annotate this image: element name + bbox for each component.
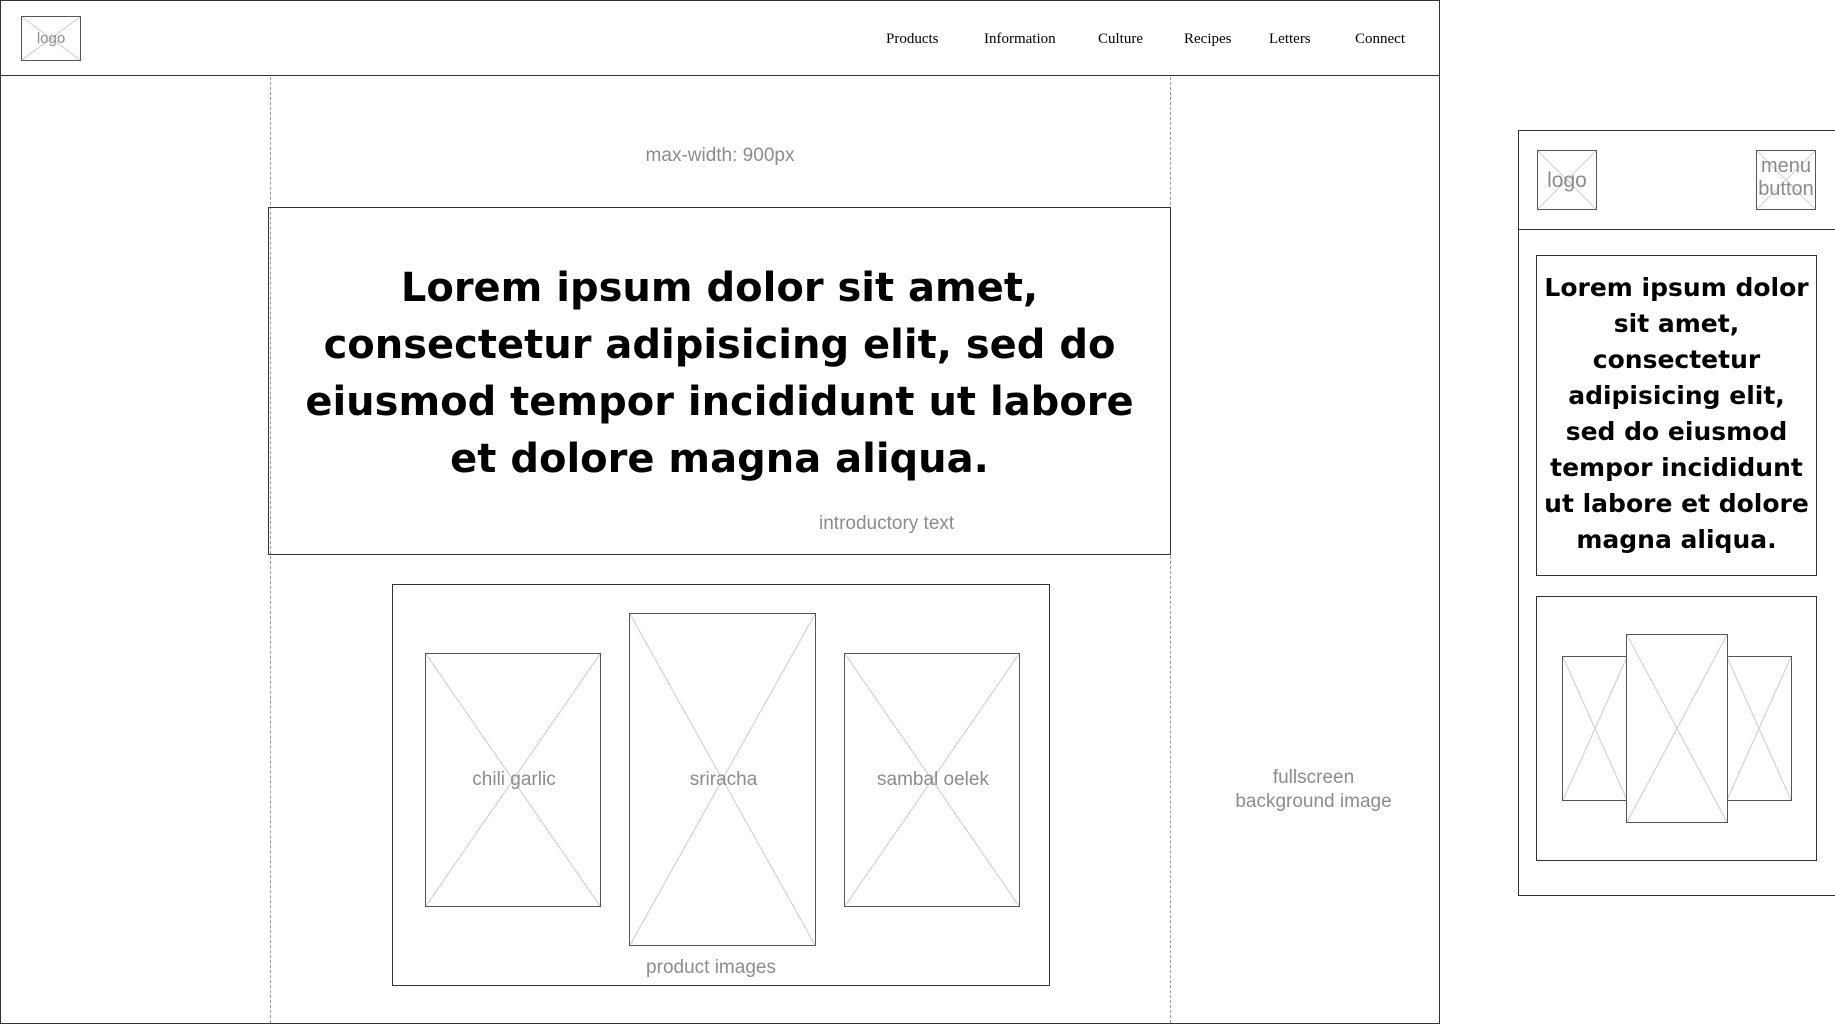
- mobile-wireframe: logo menu button Lorem ipsum dolor sit a…: [1518, 130, 1835, 896]
- intro-note: introductory text: [819, 513, 955, 534]
- nav-item-products[interactable]: Products: [886, 31, 939, 48]
- product-label-chili-garlic: chili garlic: [472, 769, 556, 790]
- desktop-logo-placeholder[interactable]: logo: [21, 16, 81, 61]
- product-card-sambal-oelek[interactable]: sambal oelek: [844, 653, 1020, 907]
- mobile-product-card-right[interactable]: [1726, 656, 1792, 801]
- desktop-wireframe: logo Products Information Culture Recipe…: [0, 0, 1440, 1024]
- background-note-line2: background image: [1235, 791, 1392, 812]
- placeholder-cross-icon: [1627, 635, 1727, 822]
- product-images-note: product images: [646, 957, 776, 978]
- mobile-header: logo menu button: [1519, 131, 1835, 230]
- mobile-product-card-left[interactable]: [1562, 656, 1628, 801]
- mobile-menu-button-label: menu button: [1757, 155, 1815, 201]
- intro-text-box: Lorem ipsum dolor sit amet, consectetur …: [268, 207, 1171, 555]
- menu-button-line2: button: [1758, 178, 1814, 200]
- mobile-menu-button[interactable]: menu button: [1756, 150, 1816, 210]
- mobile-intro-text-box: Lorem ipsum dolor sit amet, consectetur …: [1536, 255, 1817, 576]
- product-images-container: chili garlic sriracha sambal oelek produ…: [392, 584, 1050, 986]
- product-label-sriracha: sriracha: [689, 769, 758, 790]
- desktop-logo-label: logo: [36, 30, 66, 47]
- placeholder-cross-icon: [1563, 657, 1627, 800]
- nav-item-culture[interactable]: Culture: [1098, 31, 1143, 48]
- nav-item-information[interactable]: Information: [984, 31, 1056, 48]
- nav-item-connect[interactable]: Connect: [1355, 31, 1405, 48]
- mobile-intro-heading: Lorem ipsum dolor sit amet, consectetur …: [1544, 273, 1809, 554]
- placeholder-cross-icon: [1727, 657, 1791, 800]
- menu-button-line1: menu: [1760, 155, 1812, 177]
- intro-heading: Lorem ipsum dolor sit amet, consectetur …: [305, 265, 1134, 482]
- nav-item-letters[interactable]: Letters: [1269, 31, 1311, 48]
- mobile-product-images-container: [1536, 596, 1817, 861]
- product-card-sriracha[interactable]: sriracha: [629, 613, 816, 946]
- background-note: fullscreen background image: [1201, 766, 1426, 814]
- product-label-sambal-oelek: sambal oelek: [877, 769, 989, 790]
- max-width-note: max-width: 900px: [645, 145, 795, 166]
- product-card-chili-garlic[interactable]: chili garlic: [425, 653, 601, 907]
- nav-item-recipes[interactable]: Recipes: [1184, 31, 1231, 48]
- mobile-logo-label: logo: [1547, 169, 1587, 192]
- background-note-line1: fullscreen: [1272, 767, 1355, 788]
- desktop-header: logo Products Information Culture Recipe…: [1, 1, 1439, 76]
- mobile-product-card-center[interactable]: [1626, 634, 1728, 823]
- mobile-logo-placeholder[interactable]: logo: [1537, 150, 1597, 210]
